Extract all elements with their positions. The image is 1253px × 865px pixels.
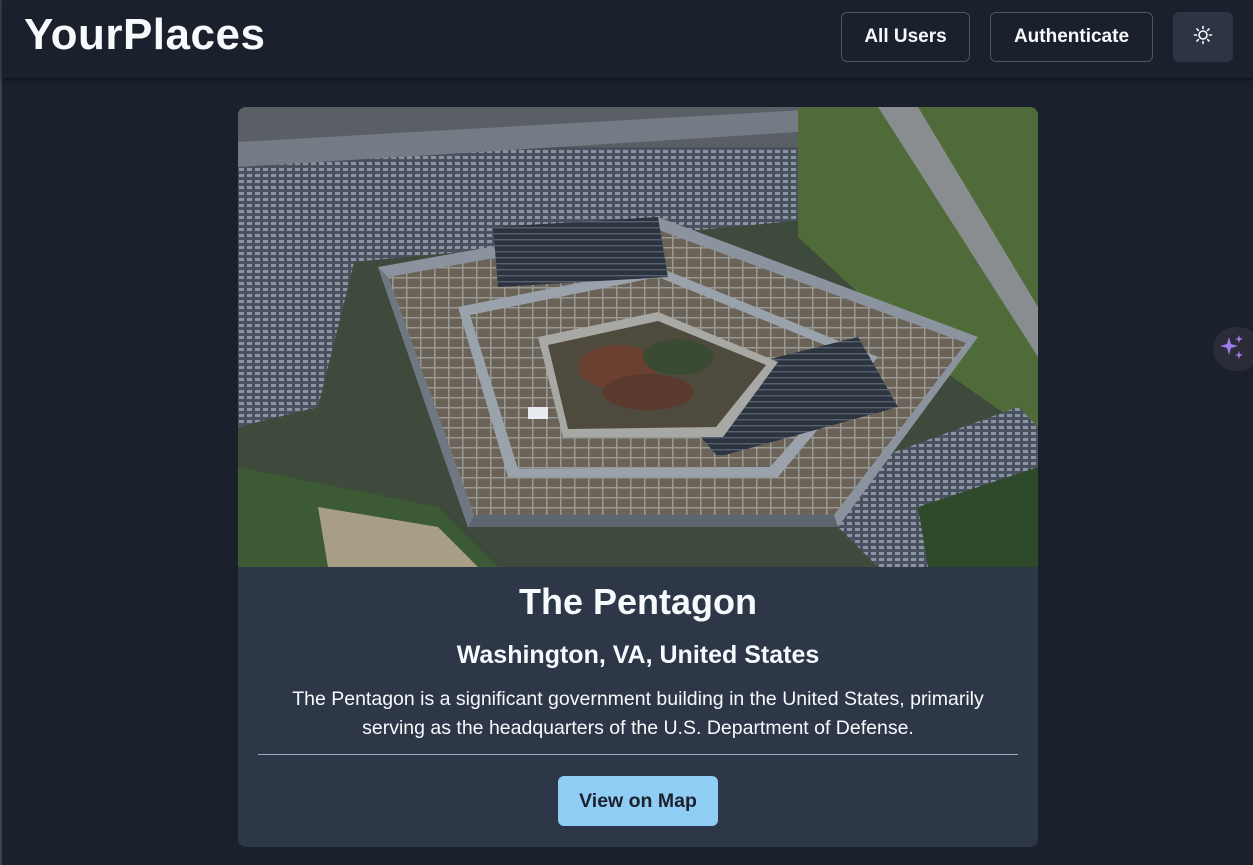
view-on-map-button[interactable]: View on Map <box>558 776 718 826</box>
place-card: The Pentagon Washington, VA, United Stat… <box>238 107 1038 847</box>
card-divider <box>258 754 1018 755</box>
app-window: YourPlaces All Users Authenticate The Pe… <box>0 0 1253 865</box>
assistant-launcher[interactable] <box>1213 327 1253 371</box>
place-description: The Pentagon is a significant government… <box>292 688 984 739</box>
theme-toggle-button[interactable] <box>1173 12 1233 62</box>
all-users-button[interactable]: All Users <box>841 12 970 62</box>
authenticate-button[interactable]: Authenticate <box>990 12 1153 62</box>
place-address: Washington, VA, United States <box>456 641 820 669</box>
place-title: The Pentagon <box>518 581 757 622</box>
sparkles-icon <box>1219 334 1245 365</box>
top-navbar: YourPlaces All Users Authenticate <box>2 0 1253 78</box>
place-image <box>238 107 1038 567</box>
sun-icon <box>1193 25 1213 50</box>
brand-logo-link[interactable]: YourPlaces <box>24 10 265 60</box>
